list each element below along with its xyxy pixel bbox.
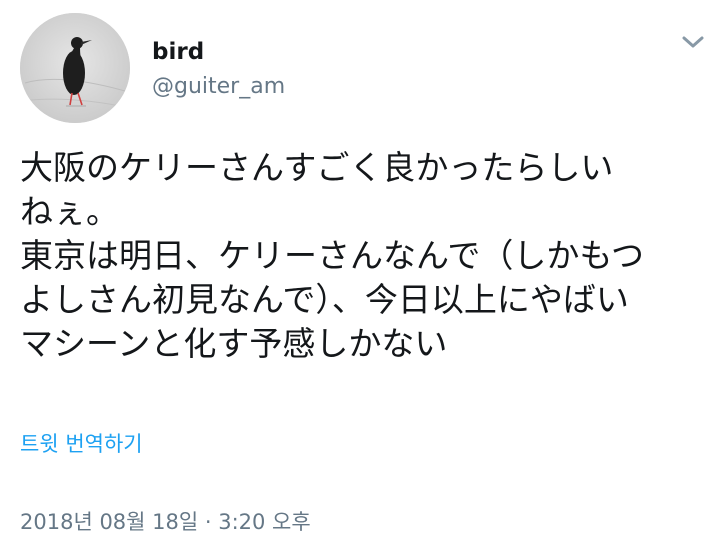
- translate-tweet-link[interactable]: 트윗 번역하기: [20, 430, 143, 458]
- avatar[interactable]: [20, 13, 130, 123]
- tweet-text-line: マシーンと化す予感しかない: [20, 324, 448, 363]
- display-name[interactable]: bird: [152, 37, 204, 67]
- user-handle[interactable]: @guiter_am: [152, 72, 285, 102]
- tweet-text-line: ねぇ。: [20, 192, 119, 231]
- chevron-down-icon[interactable]: [680, 33, 706, 51]
- tweet-text: 大阪のケリーさんすごく良かったらしい ねぇ。 東京は明日、ケリーさんなんで（しか…: [20, 146, 710, 366]
- tweet-text-line: 東京は明日、ケリーさんなんで（しかもつ: [20, 236, 645, 275]
- tweet-text-line: よしさん初見なんで）、今日以上にやばい: [20, 280, 629, 319]
- tweet-text-line: 大阪のケリーさんすごく良かったらしい: [20, 148, 614, 187]
- tweet-card: bird @guiter_am 大阪のケリーさんすごく良かったらしい ねぇ。 東…: [0, 0, 720, 553]
- bird-photo: [20, 13, 130, 123]
- tweet-timestamp[interactable]: 2018년 08월 18일 · 3:20 오후: [20, 508, 311, 536]
